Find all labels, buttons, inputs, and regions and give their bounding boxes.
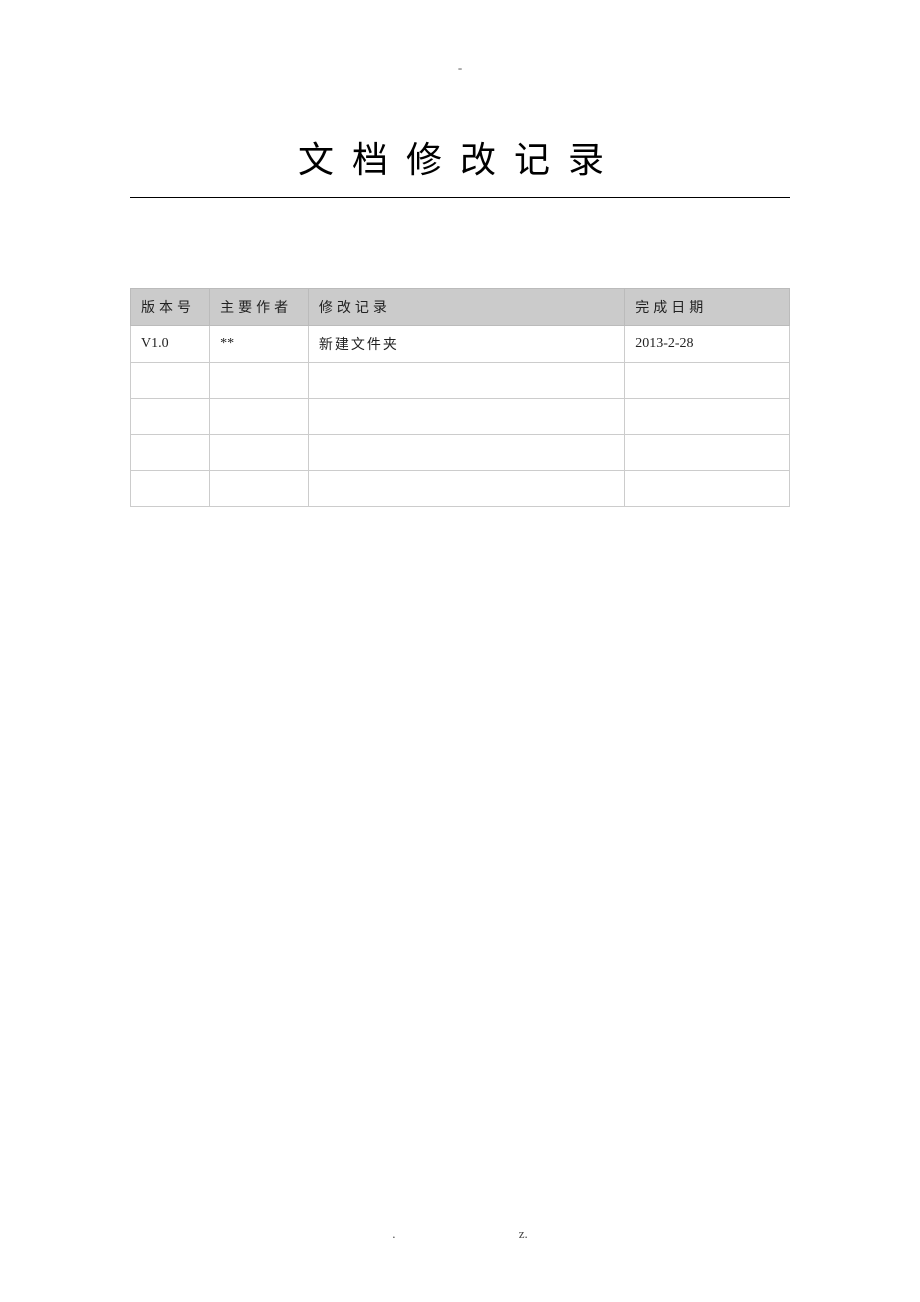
footer-right: z.	[519, 1226, 528, 1242]
cell-date	[625, 399, 790, 435]
cell-author	[210, 471, 309, 507]
cell-version	[131, 471, 210, 507]
table-row: V1.0 ** 新建文件夹 2013-2-28	[131, 326, 790, 363]
cell-date	[625, 363, 790, 399]
cell-version: V1.0	[131, 326, 210, 363]
cell-record	[308, 471, 624, 507]
header-mark: -	[130, 60, 790, 76]
cell-record	[308, 435, 624, 471]
table-row	[131, 435, 790, 471]
footer-left: .	[392, 1226, 395, 1242]
cell-author	[210, 399, 309, 435]
cell-record: 新建文件夹	[308, 326, 624, 363]
table-row	[131, 363, 790, 399]
cell-author	[210, 363, 309, 399]
cell-record	[308, 363, 624, 399]
revision-table: 版本号 主要作者 修改记录 完成日期 V1.0 ** 新建文件夹 2013-2-…	[130, 288, 790, 507]
title-block: 文档修改记录	[130, 131, 790, 198]
header-date: 完成日期	[625, 289, 790, 326]
cell-record	[308, 399, 624, 435]
footer: . z.	[0, 1226, 920, 1242]
table-row	[131, 471, 790, 507]
header-record: 修改记录	[308, 289, 624, 326]
cell-date: 2013-2-28	[625, 326, 790, 363]
header-version: 版本号	[131, 289, 210, 326]
table-row	[131, 399, 790, 435]
table-header-row: 版本号 主要作者 修改记录 完成日期	[131, 289, 790, 326]
cell-version	[131, 435, 210, 471]
document-page: - 文档修改记录 版本号 主要作者 修改记录 完成日期 V1.0 ** 新建文件…	[0, 0, 920, 507]
page-title: 文档修改记录	[298, 131, 622, 193]
cell-author	[210, 435, 309, 471]
cell-date	[625, 435, 790, 471]
cell-author: **	[210, 326, 309, 363]
title-underline	[130, 197, 790, 198]
cell-date	[625, 471, 790, 507]
header-author: 主要作者	[210, 289, 309, 326]
cell-version	[131, 363, 210, 399]
cell-version	[131, 399, 210, 435]
